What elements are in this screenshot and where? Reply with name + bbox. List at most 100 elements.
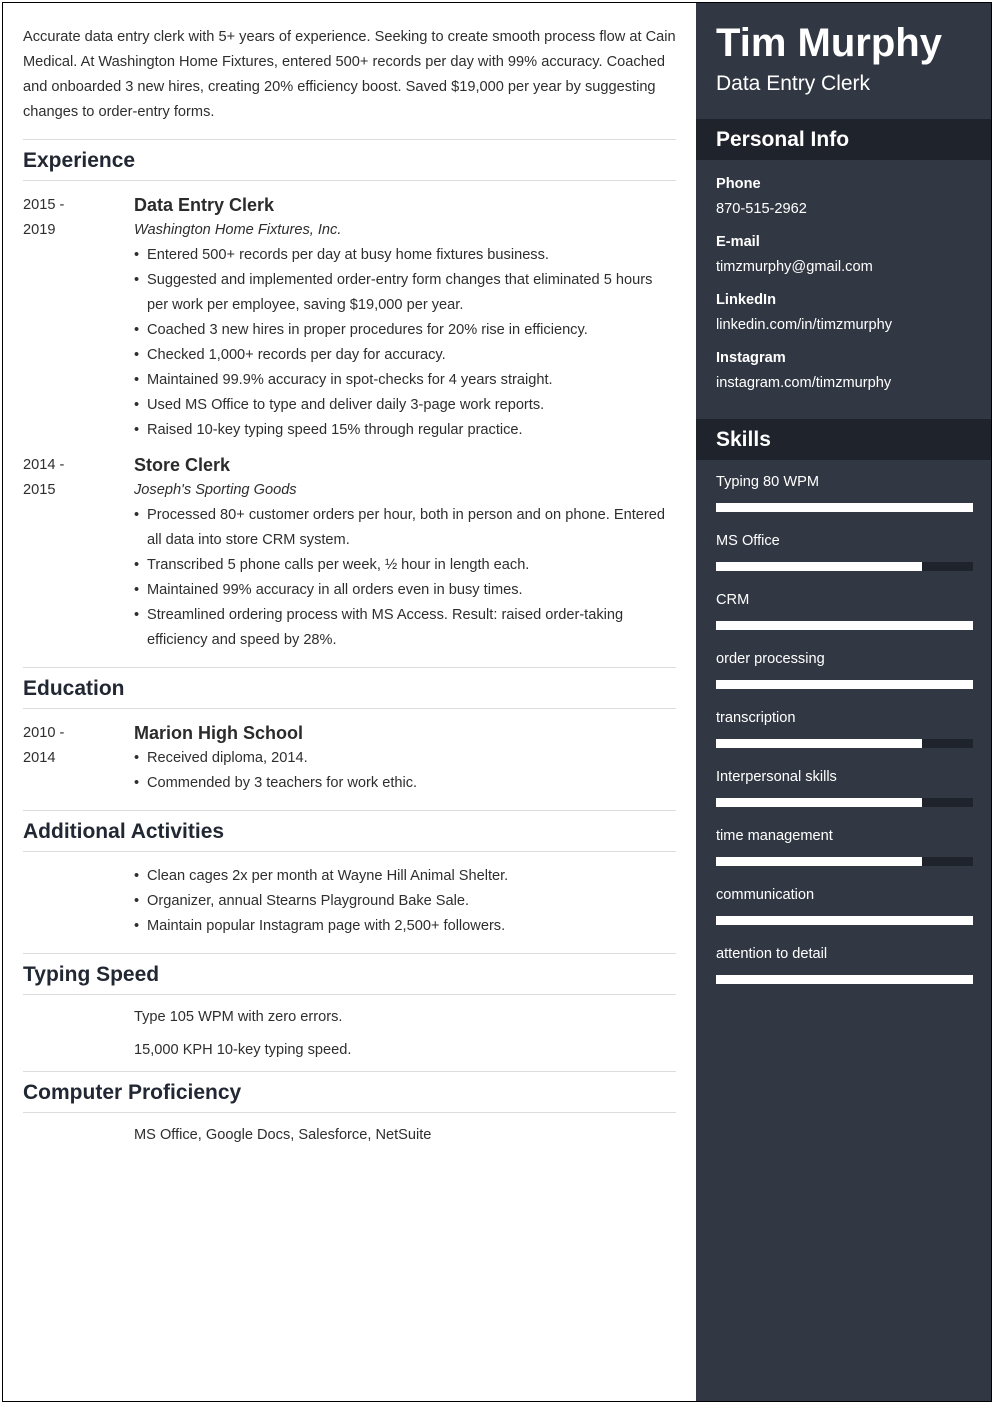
job-bullet: Checked 1,000+ records per day for accur… bbox=[134, 343, 676, 368]
job-bullets: Entered 500+ records per day at busy hom… bbox=[134, 243, 676, 443]
job-dates: 2014 - 2015 bbox=[23, 453, 134, 653]
skill-level-bar bbox=[716, 621, 973, 630]
education-dates: 2010 - 2014 bbox=[23, 721, 134, 796]
info-value-phone: 870-515-2962 bbox=[716, 201, 807, 217]
job-bullet: Transcribed 5 phone calls per week, ½ ho… bbox=[134, 553, 676, 578]
activity-bullet: Clean cages 2x per month at Wayne Hill A… bbox=[134, 864, 676, 889]
skill-level-bar bbox=[716, 916, 973, 925]
skill-level-fill bbox=[716, 975, 973, 984]
skill-level-bar bbox=[716, 975, 973, 984]
candidate-title: Data Entry Clerk bbox=[716, 72, 871, 95]
typing-speed-line: Type 105 WPM with zero errors. bbox=[134, 1009, 343, 1025]
experience-list: 2015 - 2019 Data Entry Clerk Washington Hom… bbox=[23, 193, 676, 653]
skill-name: order processing bbox=[716, 651, 825, 667]
skill-level-fill bbox=[716, 562, 922, 571]
skill-level-fill bbox=[716, 503, 973, 512]
activities-section: Additional Activities Clean cages 2x per… bbox=[23, 810, 676, 939]
education-list: 2010 - 2014 Marion High School Received dip… bbox=[23, 721, 676, 796]
skill-level-bar bbox=[716, 562, 973, 571]
skill-level-fill bbox=[716, 798, 922, 807]
skill-item: MS Office bbox=[716, 529, 973, 588]
job-date-end: 2019 bbox=[23, 222, 56, 238]
info-value-linkedin[interactable]: linkedin.com/in/timzmurphy bbox=[716, 313, 973, 338]
activity-bullet: Organizer, annual Stearns Playground Bak… bbox=[134, 889, 676, 914]
activity-bullet: Maintain popular Instagram page with 2,5… bbox=[134, 914, 676, 939]
skill-item: Interpersonal skills bbox=[716, 765, 973, 824]
job-bullet: Streamlined ordering process with MS Acc… bbox=[134, 603, 676, 653]
skill-item: Typing 80 WPM bbox=[716, 470, 973, 529]
skill-name: communication bbox=[716, 887, 815, 903]
education-entry: 2010 - 2014 Marion High School Received dip… bbox=[23, 721, 676, 796]
education-bullets: Received diploma, 2014.Commended by 3 te… bbox=[134, 746, 676, 796]
education-heading: Education bbox=[23, 668, 676, 709]
job-entry: 2015 - 2019 Data Entry Clerk Washington Hom… bbox=[23, 193, 676, 443]
skill-level-fill bbox=[716, 857, 922, 866]
job-bullet: Raised 10-key typing speed 15% through r… bbox=[134, 418, 676, 443]
skill-level-fill bbox=[716, 916, 973, 925]
job-company: Joseph's Sporting Goods bbox=[134, 482, 297, 498]
activities-heading: Additional Activities bbox=[23, 811, 676, 852]
school-name: Marion High School bbox=[134, 723, 303, 743]
info-label-linkedin: LinkedIn bbox=[716, 292, 776, 308]
skill-level-fill bbox=[716, 680, 973, 689]
info-label-phone: Phone bbox=[716, 176, 761, 192]
skill-name: time management bbox=[716, 828, 833, 844]
skill-name: Interpersonal skills bbox=[716, 769, 837, 785]
skill-level-bar bbox=[716, 798, 973, 807]
skills-list: Typing 80 WPM MS Office CRM order processin… bbox=[696, 460, 991, 1001]
education-section: Education 2010 - 2014 Marion High School Re… bbox=[23, 667, 676, 796]
education-details: Marion High School Received diploma, 2014… bbox=[134, 721, 676, 796]
job-bullet: Used MS Office to type and deliver daily… bbox=[134, 393, 676, 418]
job-company: Washington Home Fixtures, Inc. bbox=[134, 222, 342, 238]
info-value-instagram[interactable]: instagram.com/timzmurphy bbox=[716, 371, 973, 396]
skill-name: MS Office bbox=[716, 533, 780, 549]
activities-list: Clean cages 2x per month at Wayne Hill A… bbox=[134, 864, 676, 939]
main-column: Accurate data entry clerk with 5+ years … bbox=[23, 3, 676, 1156]
skills-heading: Skills bbox=[696, 419, 991, 460]
info-value-email[interactable]: timzmurphy@gmail.com bbox=[716, 255, 973, 280]
job-entry: 2014 - 2015 Store Clerk Joseph's Sporting G… bbox=[23, 453, 676, 653]
job-bullet: Processed 80+ customer orders per hour, … bbox=[134, 503, 676, 553]
candidate-name: Tim Murphy bbox=[716, 21, 942, 65]
info-label-instagram: Instagram bbox=[716, 350, 786, 366]
job-bullet: Maintained 99.9% accuracy in spot-checks… bbox=[134, 368, 676, 393]
computer-proficiency-text: MS Office, Google Docs, Salesforce, NetS… bbox=[134, 1127, 432, 1143]
job-date-start: 2015 - bbox=[23, 197, 65, 213]
skill-name: Typing 80 WPM bbox=[716, 474, 820, 490]
typing-speed-line: 15,000 KPH 10-key typing speed. bbox=[134, 1042, 352, 1058]
experience-heading: Experience bbox=[23, 140, 676, 181]
skill-level-fill bbox=[716, 739, 922, 748]
computer-proficiency-block: MS Office, Google Docs, Salesforce, NetS… bbox=[134, 1123, 676, 1148]
profile-summary: Accurate data entry clerk with 5+ years … bbox=[23, 29, 676, 120]
skill-item: communication bbox=[716, 883, 973, 942]
job-bullet: Suggested and implemented order-entry fo… bbox=[134, 268, 676, 318]
typing-speed-block: Type 105 WPM with zero errors. 15,000 KPH… bbox=[134, 1005, 676, 1063]
personal-info-list: Phone 870-515-2962 E-mail timzmurphy@gmail.… bbox=[696, 160, 991, 419]
job-date-end: 2015 bbox=[23, 482, 56, 498]
computer-proficiency-section: Computer Proficiency MS Office, Google D… bbox=[23, 1071, 676, 1148]
job-bullet: Maintained 99% accuracy in all orders ev… bbox=[134, 578, 676, 603]
skill-item: time management bbox=[716, 824, 973, 883]
job-dates: 2015 - 2019 bbox=[23, 193, 134, 443]
job-bullet: Coached 3 new hires in proper procedures… bbox=[134, 318, 676, 343]
skill-item: attention to detail bbox=[716, 942, 973, 1001]
skill-name: attention to detail bbox=[716, 946, 828, 962]
skill-name: transcription bbox=[716, 710, 796, 726]
computer-proficiency-heading: Computer Proficiency bbox=[23, 1072, 676, 1113]
typing-speed-section: Typing Speed Type 105 WPM with zero erro… bbox=[23, 953, 676, 1063]
skill-level-bar bbox=[716, 503, 973, 512]
education-date-start: 2010 - bbox=[23, 725, 65, 741]
skill-level-bar bbox=[716, 680, 973, 689]
skill-name: CRM bbox=[716, 592, 750, 608]
job-details: Data Entry Clerk Washington Home Fixtures… bbox=[134, 193, 676, 443]
education-bullet: Commended by 3 teachers for work ethic. bbox=[134, 771, 676, 796]
skill-level-bar bbox=[716, 739, 973, 748]
job-date-start: 2014 - bbox=[23, 457, 65, 473]
job-bullet: Entered 500+ records per day at busy hom… bbox=[134, 243, 676, 268]
sidebar: Tim Murphy Data Entry Clerk Personal Inf… bbox=[696, 3, 991, 1401]
skill-item: CRM bbox=[716, 588, 973, 647]
education-bullet: Received diploma, 2014. bbox=[134, 746, 676, 771]
skill-level-fill bbox=[716, 621, 973, 630]
skill-item: transcription bbox=[716, 706, 973, 765]
resume-page: Accurate data entry clerk with 5+ years … bbox=[2, 2, 992, 1402]
